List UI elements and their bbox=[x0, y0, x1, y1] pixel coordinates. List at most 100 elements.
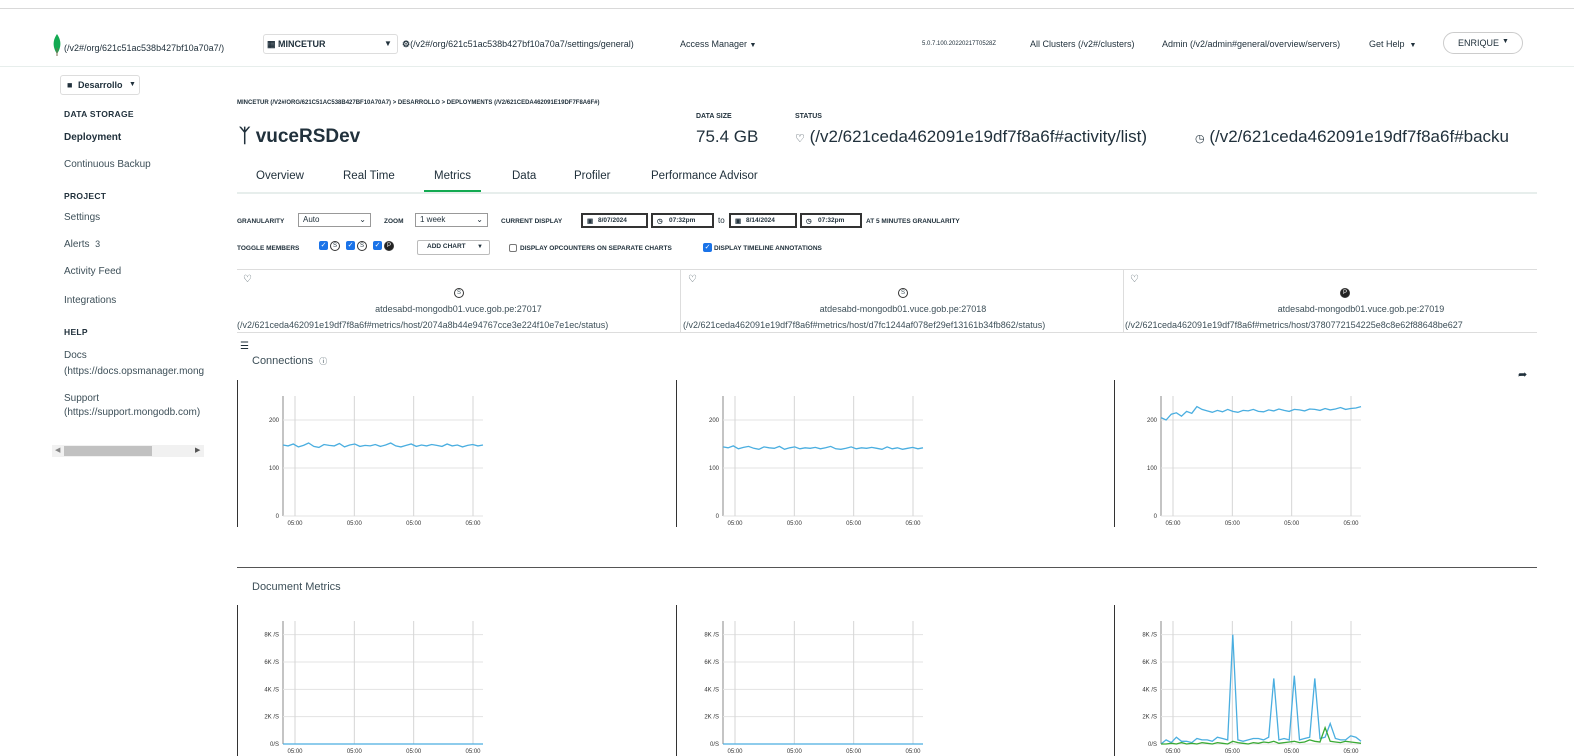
member-checkbox-2[interactable]: ✓ bbox=[346, 241, 355, 250]
x-tick-label: 05:00 bbox=[1343, 749, 1359, 755]
all-clusters-link[interactable]: All Clusters (/v2#/clusters) bbox=[1030, 39, 1135, 49]
sidebar-item-continuous-backup[interactable]: Continuous Backup bbox=[64, 159, 151, 170]
sidebar-item-deployment[interactable]: Deployment bbox=[64, 132, 121, 143]
host-status-link[interactable]: (/v2/621ceda462091e19df7f8a6f#metrics/ho… bbox=[1125, 320, 1537, 330]
y-tick-label: 0 bbox=[1154, 514, 1158, 520]
x-tick-label: 05:00 bbox=[905, 749, 921, 755]
connections-chart-27019[interactable]: 0 100 200 05:00 05:00 05:00 05:00 bbox=[1129, 390, 1369, 528]
start-date-input[interactable]: ▣ 8/07/2024 bbox=[581, 213, 648, 228]
drag-handle-icon[interactable]: ☰ bbox=[240, 341, 249, 352]
document-metrics-chart-27019[interactable]: 0/S 2K /S 4K /S 6K /S 8K /S 05:00 05:00 05:00 05… bbox=[1129, 615, 1369, 756]
tab-data[interactable]: Data bbox=[512, 170, 536, 182]
x-tick-label: 05:00 bbox=[727, 521, 743, 527]
add-chart-button[interactable]: ADD CHART ▼ bbox=[417, 240, 490, 255]
start-date-value: 8/07/2024 bbox=[598, 217, 627, 224]
connections-chart-27018[interactable]: 0 100 200 05:00 05:00 05:00 05:00 bbox=[691, 390, 931, 528]
timeline-annotations-checkbox[interactable]: ✓ bbox=[703, 243, 712, 252]
tab-performance-advisor[interactable]: Performance Advisor bbox=[651, 170, 758, 182]
tab-metrics[interactable]: Metrics bbox=[424, 170, 482, 192]
share-icon[interactable]: ➦ bbox=[1518, 368, 1527, 381]
admin-link[interactable]: Admin (/v2/admin#general/overview/server… bbox=[1162, 39, 1340, 49]
x-tick-label: 05:00 bbox=[406, 521, 422, 527]
y-tick-label: 6K /S bbox=[1142, 660, 1157, 666]
toggle-members-label: TOGGLE MEMBERS bbox=[237, 245, 300, 252]
sidebar-item-support-link[interactable]: (https://support.mongodb.com) bbox=[64, 407, 200, 418]
status-activity-link[interactable]: ♡ (/v2/621ceda462091e19df7f8a6f#activity… bbox=[795, 127, 1147, 147]
project-select-label: Desarrollo bbox=[78, 80, 123, 90]
host-name[interactable]: atdesabd-mongodb01.vuce.gob.pe:27019 bbox=[1155, 304, 1567, 314]
y-tick-label: 4K /S bbox=[264, 687, 279, 693]
y-tick-label: 6K /S bbox=[264, 660, 279, 666]
tab-bar: Overview Real Time Metrics Data Profiler… bbox=[237, 166, 1537, 194]
sidebar-item-support[interactable]: Support bbox=[64, 393, 99, 404]
data-size-value: 75.4 GB bbox=[696, 127, 759, 146]
breadcrumb[interactable]: MINCETUR (/V2#/ORG/621C51AC538B427BF10A7… bbox=[237, 100, 599, 106]
tab-overview[interactable]: Overview bbox=[256, 170, 304, 182]
sidebar-item-docs[interactable]: Docs bbox=[64, 350, 87, 361]
current-display-label: CURRENT DISPLAY bbox=[501, 218, 563, 225]
status-backup-link[interactable]: ◷ (/v2/621ceda462091e19df7f8a6f#backu bbox=[1195, 127, 1509, 147]
opcounters-label: DISPLAY OPCOUNTERS ON SEPARATE CHARTS bbox=[520, 245, 672, 252]
sidebar-scrollbar[interactable]: ◀ ▶ bbox=[52, 445, 204, 457]
y-tick-label: 0/S bbox=[270, 742, 279, 748]
granularity-label: GRANULARITY bbox=[237, 218, 285, 225]
y-tick-label: 200 bbox=[269, 418, 280, 424]
user-menu-button[interactable]: ENRIQUE ▼ bbox=[1443, 32, 1523, 54]
x-tick-label: 05:00 bbox=[787, 521, 803, 527]
sidebar-item-docs-link[interactable]: (https://docs.opsmanager.mong bbox=[64, 366, 204, 377]
x-tick-label: 05:00 bbox=[347, 521, 363, 527]
member-checkbox-1[interactable]: ✓ bbox=[319, 241, 328, 250]
tab-real-time[interactable]: Real Time bbox=[343, 170, 395, 182]
host-status-link[interactable]: (/v2/621ceda462091e19df7f8a6f#metrics/ho… bbox=[683, 320, 1123, 330]
document-metrics-chart-27017[interactable]: 0/S 2K /S 4K /S 6K /S 8K /S 05:00 05:00 05:00 05… bbox=[251, 615, 491, 756]
backup-clock-icon: ◷ bbox=[1195, 133, 1205, 145]
opcounters-checkbox[interactable] bbox=[509, 244, 517, 252]
caret-down-icon: ▼ bbox=[477, 244, 483, 250]
host-cell-27019: ♡ P atdesabd-mongodb01.vuce.gob.pe:27019… bbox=[1125, 270, 1537, 332]
scroll-left-icon[interactable]: ◀ bbox=[55, 446, 60, 454]
end-date-input[interactable]: ▣ 8/14/2024 bbox=[729, 213, 797, 228]
host-name[interactable]: atdesabd-mongodb01.vuce.gob.pe:27017 bbox=[237, 304, 680, 314]
sidebar-item-settings[interactable]: Settings bbox=[64, 212, 100, 223]
y-tick-label: 100 bbox=[269, 466, 280, 472]
scroll-right-icon[interactable]: ▶ bbox=[195, 446, 200, 454]
org-settings-link[interactable]: ⚙(/v2#/org/621c51ac538b427bf10a70a7/sett… bbox=[402, 39, 634, 50]
scrollbar-thumb[interactable] bbox=[64, 446, 152, 456]
sidebar-item-integrations[interactable]: Integrations bbox=[64, 295, 116, 306]
member-checkbox-3[interactable]: ✓ bbox=[373, 241, 382, 250]
alert-bell-icon[interactable]: ♡ bbox=[688, 274, 697, 285]
sidebar-item-alerts[interactable]: Alerts 3 bbox=[64, 239, 100, 250]
host-name[interactable]: atdesabd-mongodb01.vuce.gob.pe:27018 bbox=[683, 304, 1123, 314]
alert-bell-icon[interactable]: ♡ bbox=[243, 274, 252, 285]
document-metrics-chart-27018[interactable]: 0/S 2K /S 4K /S 6K /S 8K /S 05:00 05:00 05:00 05… bbox=[691, 615, 931, 756]
y-tick-label: 0 bbox=[276, 514, 280, 520]
zoom-value: 1 week bbox=[420, 215, 446, 224]
granularity-select[interactable]: Auto ⌄ bbox=[298, 213, 371, 227]
start-time-input[interactable]: ◷ 07:32pm bbox=[651, 213, 714, 228]
get-help-menu[interactable]: Get Help ▼ bbox=[1369, 39, 1416, 49]
start-time-value: 07:32pm bbox=[669, 217, 696, 224]
alert-bell-icon[interactable]: ♡ bbox=[1130, 274, 1139, 285]
host-status-link[interactable]: (/v2/621ceda462091e19df7f8a6f#metrics/ho… bbox=[237, 320, 680, 330]
info-icon[interactable]: ⓘ bbox=[319, 357, 327, 366]
page-title: ᛉ vuceRSDev bbox=[239, 126, 360, 148]
sidebar-item-activity-feed[interactable]: Activity Feed bbox=[64, 266, 121, 277]
end-time-input[interactable]: ◷ 07:32pm bbox=[800, 213, 862, 228]
building-icon: ▦ bbox=[267, 39, 276, 49]
connections-chart-27017[interactable]: 0 100 200 05:00 05:00 05:00 05:00 bbox=[251, 390, 491, 528]
org-select[interactable]: ▦ MINCETUR ▼ bbox=[263, 34, 398, 54]
x-tick-label: 05:00 bbox=[287, 749, 303, 755]
primary-badge-icon: P bbox=[1340, 288, 1350, 298]
mongodb-leaf-icon[interactable] bbox=[52, 34, 62, 56]
project-select[interactable]: ■ Desarrollo ▼ bbox=[60, 75, 140, 95]
caret-down-icon: ▼ bbox=[129, 81, 136, 88]
tab-profiler[interactable]: Profiler bbox=[574, 170, 610, 182]
secondary-badge-icon: S bbox=[454, 288, 464, 298]
y-tick-label: 4K /S bbox=[1142, 687, 1157, 693]
chevron-down-icon: ⌄ bbox=[476, 215, 483, 224]
zoom-select[interactable]: 1 week ⌄ bbox=[415, 213, 488, 227]
series-line bbox=[1160, 405, 1362, 421]
y-tick-label: 8K /S bbox=[1142, 633, 1157, 639]
home-link[interactable]: (/v2#/org/621c51ac538b427bf10a70a7/) bbox=[64, 43, 224, 53]
access-manager-menu[interactable]: Access Manager ▼ bbox=[680, 39, 756, 49]
